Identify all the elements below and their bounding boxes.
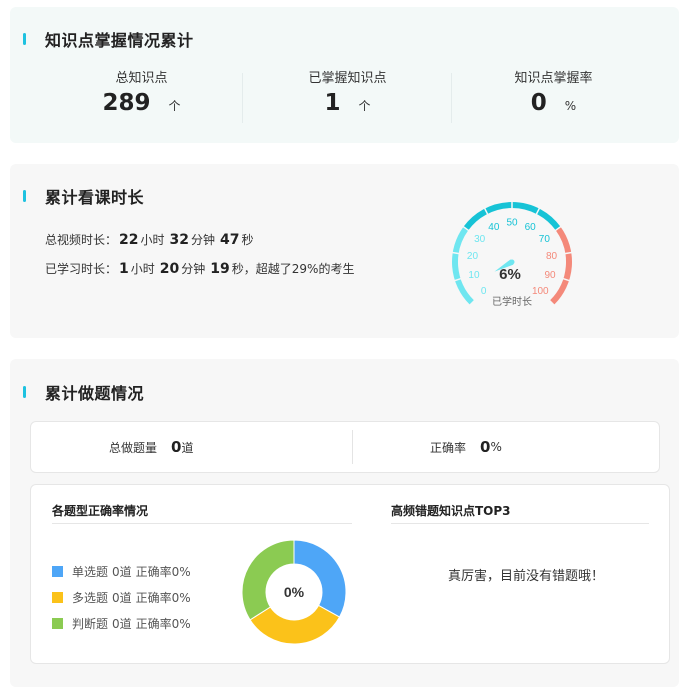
question-type-donut-chart: 0% [241, 539, 347, 645]
accuracy-stat: 正确率 0% [430, 422, 502, 472]
seconds-value: 19 [210, 261, 230, 277]
seconds-unit: 秒 [231, 262, 244, 276]
legend-swatch [52, 566, 63, 577]
study-progress-gauge: 010 20 3040 50 6070 80 90 100 6% 已学时长 [450, 200, 574, 308]
hours-unit: 小时 [130, 262, 155, 276]
minutes-unit: 分钟 [191, 233, 216, 247]
legend-rate: 正确率0% [135, 591, 191, 605]
seconds-value: 47 [220, 232, 240, 248]
gauge-tick-label: 40 [488, 222, 500, 233]
watch-title: 累计看课时长 [45, 188, 145, 207]
gauge-tick-label: 0 [481, 286, 487, 297]
seconds-unit: 秒 [241, 233, 254, 247]
no-errors-message: 真厉害，目前没有错题哦！ [447, 569, 604, 584]
stat-label: 总知识点 [115, 71, 168, 86]
mastery-section-title: 知识点掌握情况累计 [23, 27, 194, 51]
legend-swatch [52, 592, 63, 603]
minutes-value: 20 [159, 261, 180, 277]
heading-underline [391, 523, 649, 524]
legend-swatch [52, 618, 63, 629]
by-type-heading: 各题型正确率情况 [52, 504, 149, 518]
legend-single-choice: 单选题 0道 正确率0% [52, 563, 191, 580]
legend-name: 判断题 [72, 617, 109, 631]
beat-percent-text: ，超越了29%的考生 [243, 262, 355, 276]
hours-value: 1 [119, 261, 129, 277]
legend-true-false: 判断题 0道 正确率0% [52, 615, 191, 632]
legend-rate: 正确率0% [135, 617, 191, 631]
minutes-value: 32 [169, 232, 189, 248]
legend-count: 0道 [112, 617, 132, 631]
studied-duration: 已学习时长： 1 小时 20 分钟 19 秒 ，超越了29%的考生 [45, 260, 354, 277]
gauge-tick-label: 100 [532, 286, 549, 297]
total-questions-unit: 道 [181, 440, 194, 455]
donut-slice [293, 539, 347, 618]
top3-heading: 高频错题知识点TOP3 [391, 504, 511, 518]
gauge-segment-gap [563, 251, 574, 255]
stat-mastered-points: 已掌握知识点 1 个 [236, 67, 459, 116]
heading-underline [52, 523, 352, 524]
stat-value: 0 [530, 90, 547, 116]
donut-slice [241, 539, 295, 621]
exercise-card: 累计做题情况 总做题量 0道 正确率 0% 各题型正确率情况 单选题 0道 正确… [10, 359, 679, 687]
gauge-tick-label: 50 [506, 218, 518, 229]
gauge-needle-pivot [509, 259, 515, 265]
gauge-value-text: 6% [499, 266, 521, 283]
gauge-tick-label: 20 [467, 251, 479, 262]
gauge-tick-label: 90 [544, 270, 556, 281]
total-questions-value: 0 [171, 438, 182, 456]
exercise-section-title: 累计做题情况 [23, 380, 144, 404]
watch-card: 累计看课时长 总视频时长： 22 小时 32 分钟 47 秒 已学习时长： 1 … [10, 164, 679, 338]
gauge-tick-label: 10 [468, 270, 480, 281]
gauge-tick-label: 70 [539, 234, 551, 245]
stat-unit: 个 [168, 99, 181, 113]
exercise-summary: 总做题量 0道 正确率 0% [30, 421, 660, 473]
exercise-title: 累计做题情况 [45, 384, 145, 403]
stat-value: 1 [324, 90, 341, 116]
legend-count: 0道 [112, 565, 132, 579]
accuracy-value: 0 [480, 438, 491, 456]
hours-unit: 小时 [140, 233, 165, 247]
gauge-caption: 已学时长 [492, 295, 532, 308]
gauge-arc-high [550, 226, 572, 305]
stat-label: 已掌握知识点 [308, 71, 387, 86]
accuracy-label: 正确率 [430, 440, 467, 455]
exercise-detail-panel: 各题型正确率情况 单选题 0道 正确率0% 多选题 0道 正确率0% 判断题 0… [30, 484, 670, 664]
legend-multi-choice: 多选题 0道 正确率0% [52, 589, 191, 606]
gauge-tick-label: 60 [525, 222, 537, 233]
gauge-segment-gap [450, 251, 461, 255]
legend-rate: 正确率0% [135, 565, 191, 579]
gauge-tick-label: 30 [474, 234, 486, 245]
title-accent-bar [23, 33, 26, 45]
legend-name: 单选题 [72, 565, 109, 579]
stat-unit: % [564, 99, 577, 113]
title-accent-bar [23, 386, 26, 398]
total-questions-label: 总做题量 [109, 440, 158, 455]
legend-name: 多选题 [72, 591, 109, 605]
mastery-title: 知识点掌握情况累计 [45, 31, 194, 50]
duration-label: 已学习时长： [45, 262, 118, 276]
summary-divider [352, 430, 353, 464]
duration-label: 总视频时长： [45, 233, 118, 247]
stat-mastery-rate: 知识点掌握率 0 % [442, 67, 665, 116]
watch-section-title: 累计看课时长 [23, 184, 144, 208]
gauge-tick-label: 80 [546, 251, 558, 262]
stat-unit: 个 [358, 99, 371, 113]
stat-value: 289 [102, 90, 151, 116]
accuracy-unit: % [490, 440, 502, 454]
stat-total-points: 总知识点 289 个 [30, 67, 253, 116]
hours-value: 22 [119, 232, 139, 248]
minutes-unit: 分钟 [181, 262, 206, 276]
stat-label: 知识点掌握率 [514, 71, 593, 86]
donut-center-text: 0% [284, 584, 305, 600]
total-questions-stat: 总做题量 0道 [109, 422, 193, 472]
mastery-card: 知识点掌握情况累计 总知识点 289 个 已掌握知识点 1 个 知识点掌握率 0… [10, 7, 679, 143]
legend-count: 0道 [112, 591, 132, 605]
title-accent-bar [23, 190, 26, 202]
gauge-arc-low [452, 226, 474, 305]
total-video-duration: 总视频时长： 22 小时 32 分钟 47 秒 [45, 231, 254, 248]
